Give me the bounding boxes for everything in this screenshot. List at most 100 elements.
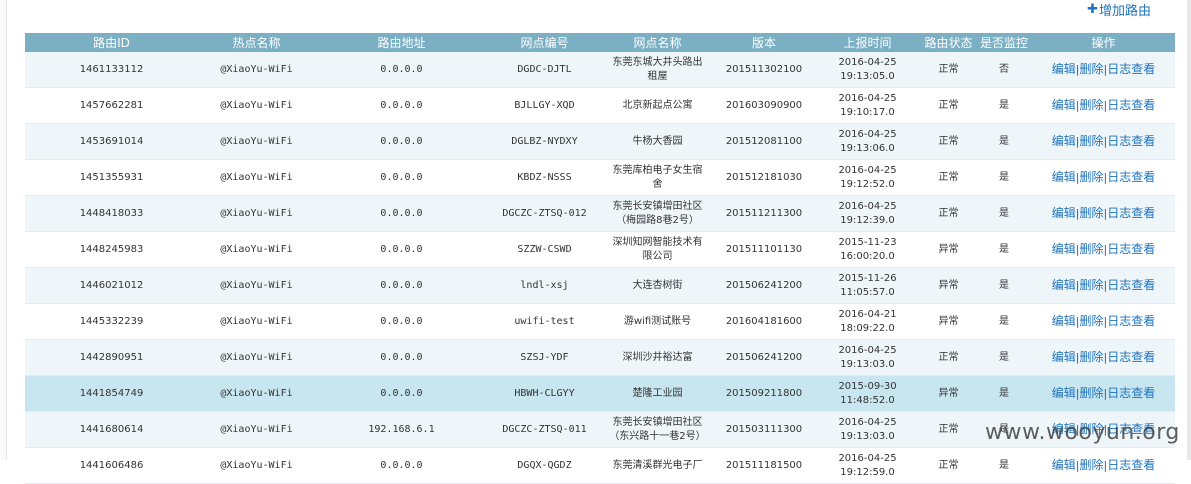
col-header-route-address[interactable]: 路由地址 — [315, 33, 488, 52]
table-row[interactable]: 1457662281 @XiaoYu-WiFi 0.0.0.0 BJLLGY-XQD 北… — [25, 87, 1175, 124]
report-clock: 19:12:39.0 — [840, 214, 895, 226]
view-log-link[interactable]: 日志查看 — [1107, 62, 1155, 76]
table-row[interactable]: 1442890951 @XiaoYu-WiFi 0.0.0.0 SZSJ-YDF 深圳沙… — [25, 339, 1175, 376]
cell-route-id: 1441854749 — [25, 375, 198, 412]
version: 201511302100 — [725, 63, 803, 75]
report-clock: 19:13:05.0 — [840, 70, 895, 82]
view-log-link[interactable]: 日志查看 — [1107, 206, 1155, 220]
view-log-link[interactable]: 日志查看 — [1107, 278, 1155, 292]
cell-site-name: 深圳沙井裕达富 — [601, 339, 714, 376]
cell-route-address: 0.0.0.0 — [315, 87, 488, 124]
view-log-link[interactable]: 日志查看 — [1107, 98, 1155, 112]
status-text: 正常 — [938, 99, 959, 111]
delete-link[interactable]: 删除 — [1079, 350, 1103, 364]
view-log-link[interactable]: 日志查看 — [1107, 350, 1155, 364]
site-name-line1: 深圳知网智能技术有 — [612, 236, 703, 248]
report-clock: 11:48:52.0 — [840, 394, 895, 406]
cell-route-status: 异常 — [921, 231, 976, 268]
cell-actions: 编辑|删除|日志查看 — [1032, 339, 1175, 376]
edit-link[interactable]: 编辑 — [1052, 170, 1076, 184]
col-header-route-status[interactable]: 路由状态 — [921, 33, 976, 52]
delete-link[interactable]: 删除 — [1079, 134, 1103, 148]
edit-link[interactable]: 编辑 — [1052, 278, 1076, 292]
col-header-hotspot-name[interactable]: 热点名称 — [198, 33, 315, 52]
route-id: 1448418033 — [79, 207, 144, 219]
view-log-link[interactable]: 日志查看 — [1107, 314, 1155, 328]
report-date: 2016-04-25 — [838, 56, 897, 68]
route-address: 0.0.0.0 — [380, 207, 423, 219]
delete-link[interactable]: 删除 — [1079, 278, 1103, 292]
cell-site-name: 东莞东城大井头路出 租屋 — [601, 52, 714, 88]
monitored-text: 是 — [999, 315, 1009, 327]
view-log-link[interactable]: 日志查看 — [1107, 170, 1155, 184]
add-route-button[interactable]: ✚ 增加路由 — [1087, 0, 1151, 19]
report-clock: 19:10:17.0 — [840, 106, 895, 118]
col-header-monitored[interactable]: 是否监控 — [976, 33, 1032, 52]
cell-monitored: 是 — [976, 339, 1032, 376]
col-header-version[interactable]: 版本 — [714, 33, 814, 52]
cell-route-id: 1451355931 — [25, 159, 198, 196]
delete-link[interactable]: 删除 — [1079, 170, 1103, 184]
edit-link[interactable]: 编辑 — [1052, 62, 1076, 76]
site-name-line1: 东莞东城大井头路出 — [612, 56, 703, 68]
site-name-line1: 牛杨大香园 — [632, 135, 683, 147]
site-name-line2: （东兴路十一巷2号） — [609, 430, 706, 442]
view-log-link[interactable]: 日志查看 — [1107, 386, 1155, 400]
table-row[interactable]: 1448245983 @XiaoYu-WiFi 0.0.0.0 SZZW-CSWD 深圳… — [25, 231, 1175, 268]
status-text: 异常 — [938, 315, 959, 327]
cell-route-id: 1461133112 — [25, 52, 198, 88]
edit-link[interactable]: 编辑 — [1052, 98, 1076, 112]
col-header-site-name[interactable]: 网点名称 — [601, 33, 714, 52]
version: 201511211300 — [725, 207, 803, 219]
cell-site-name: 北京新起点公寓 — [601, 87, 714, 124]
delete-link[interactable]: 删除 — [1079, 314, 1103, 328]
table-row[interactable]: 1446021012 @XiaoYu-WiFi 0.0.0.0 lndl-xsj 大连杏… — [25, 267, 1175, 304]
view-log-link[interactable]: 日志查看 — [1107, 134, 1155, 148]
cell-route-id: 1442890951 — [25, 339, 198, 376]
route-address: 0.0.0.0 — [380, 351, 423, 363]
edit-link[interactable]: 编辑 — [1052, 206, 1076, 220]
col-header-report-time[interactable]: 上报时间 — [814, 33, 921, 52]
table-row[interactable]: 1441854749 @XiaoYu-WiFi 0.0.0.0 HBWH-CLGYY 楚… — [25, 375, 1175, 412]
vertical-scrollbar[interactable] — [1187, 0, 1191, 460]
cell-site-code: SZSJ-YDF — [488, 339, 601, 376]
route-id: 1445332239 — [79, 315, 144, 327]
route-id: 1448245983 — [79, 243, 144, 255]
delete-link[interactable]: 删除 — [1079, 206, 1103, 220]
cell-version: 201603090900 — [714, 87, 814, 124]
edit-link[interactable]: 编辑 — [1052, 134, 1076, 148]
edit-link[interactable]: 编辑 — [1052, 314, 1076, 328]
delete-link[interactable]: 删除 — [1079, 386, 1103, 400]
table-row[interactable]: 1453691014 @XiaoYu-WiFi 0.0.0.0 DGLBZ-NYDXY… — [25, 123, 1175, 160]
site-name-line1: 北京新起点公寓 — [622, 99, 693, 111]
cell-version: 201512181030 — [714, 159, 814, 196]
table-row[interactable]: 1461133112 @XiaoYu-WiFi 0.0.0.0 DGDC-DJTL 东莞… — [25, 52, 1175, 88]
cell-version: 201506241200 — [714, 339, 814, 376]
cell-version: 201512081100 — [714, 123, 814, 160]
cell-hotspot-name: @XiaoYu-WiFi — [198, 447, 315, 484]
table-row[interactable]: 1448418033 @XiaoYu-WiFi 0.0.0.0 DGCZC-ZTSQ-… — [25, 195, 1175, 232]
col-header-route-id[interactable]: 路由ID — [25, 33, 198, 52]
route-id: 1441680614 — [79, 423, 144, 435]
cell-monitored: 是 — [976, 231, 1032, 268]
table-row[interactable]: 1451355931 @XiaoYu-WiFi 0.0.0.0 KBDZ-NSSS 东莞… — [25, 159, 1175, 196]
monitored-text: 是 — [999, 99, 1009, 111]
edit-link[interactable]: 编辑 — [1052, 242, 1076, 256]
edit-link[interactable]: 编辑 — [1052, 350, 1076, 364]
col-header-site-code[interactable]: 网点编号 — [488, 33, 601, 52]
route-address: 0.0.0.0 — [380, 99, 423, 111]
report-date: 2016-04-25 — [838, 92, 897, 104]
table-row[interactable]: 1441606486 @XiaoYu-WiFi 0.0.0.0 DGQX-QGDZ 东莞… — [25, 447, 1175, 484]
cell-monitored: 是 — [976, 159, 1032, 196]
cell-report-time: 2015-11-23 16:00:20.0 — [814, 231, 921, 268]
table-row[interactable]: 1445332239 @XiaoYu-WiFi 0.0.0.0 uwifi-test 游… — [25, 303, 1175, 340]
delete-link[interactable]: 删除 — [1079, 62, 1103, 76]
cell-site-code: DGCZC-ZTSQ-011 — [488, 411, 601, 448]
view-log-link[interactable]: 日志查看 — [1107, 242, 1155, 256]
delete-link[interactable]: 删除 — [1079, 98, 1103, 112]
delete-link[interactable]: 删除 — [1079, 242, 1103, 256]
cell-version: 201511211300 — [714, 195, 814, 232]
status-text: 正常 — [938, 63, 959, 75]
edit-link[interactable]: 编辑 — [1052, 386, 1076, 400]
cell-report-time: 2016-04-25 19:10:17.0 — [814, 87, 921, 124]
